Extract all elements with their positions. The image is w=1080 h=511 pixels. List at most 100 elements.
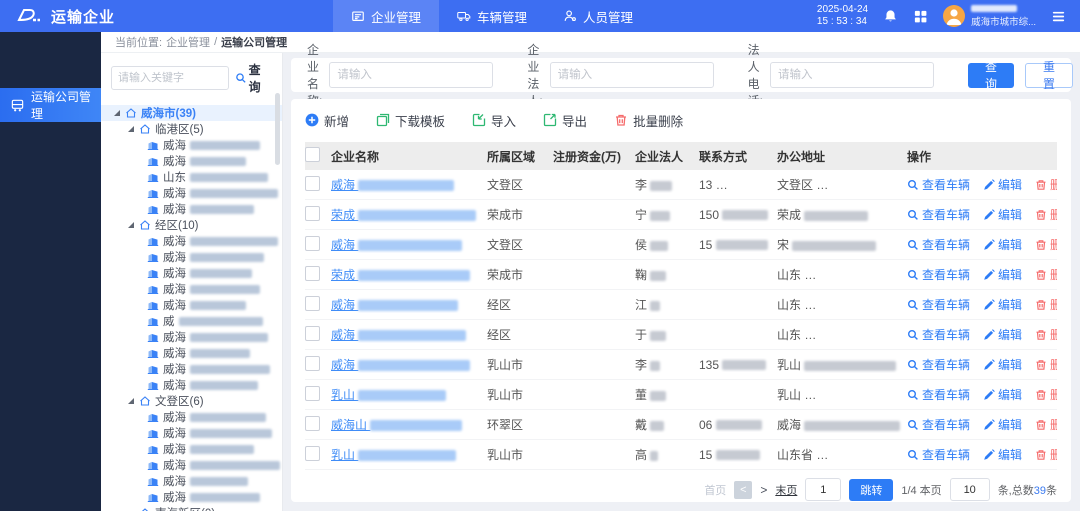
tree-node-district[interactable]: 文登区(6) <box>101 393 282 409</box>
edit-button[interactable]: 编辑 <box>983 266 1022 283</box>
tree-node-company[interactable]: 威海 <box>101 297 282 313</box>
legal-person-input[interactable] <box>550 62 714 88</box>
tree-node-company[interactable]: 威海 <box>101 457 282 473</box>
edit-button[interactable]: 编辑 <box>983 176 1022 193</box>
tree-node-company[interactable]: 威海 <box>101 153 282 169</box>
enterprise-name-link[interactable]: 威海 <box>331 328 466 342</box>
edit-button[interactable]: 编辑 <box>983 326 1022 343</box>
download-template-button[interactable]: 下载模板 <box>376 111 445 130</box>
tree-caret-icon[interactable] <box>127 397 135 405</box>
delete-button[interactable]: 删除 <box>1035 236 1057 253</box>
delete-button[interactable]: 删除 <box>1035 356 1057 373</box>
delete-button[interactable]: 删除 <box>1035 266 1057 283</box>
view-vehicles-button[interactable]: 查看车辆 <box>907 416 970 433</box>
view-vehicles-button[interactable]: 查看车辆 <box>907 326 970 343</box>
edit-button[interactable]: 编辑 <box>983 206 1022 223</box>
delete-button[interactable]: 删除 <box>1035 416 1057 433</box>
delete-button[interactable]: 删除 <box>1035 176 1057 193</box>
batch-delete-button[interactable]: 批量删除 <box>614 111 683 130</box>
row-checkbox[interactable] <box>305 356 320 371</box>
prev-page-button[interactable]: < <box>734 481 752 499</box>
tree-node-company[interactable]: 威海 <box>101 201 282 217</box>
tree-node-company[interactable]: 威海 <box>101 409 282 425</box>
view-vehicles-button[interactable]: 查看车辆 <box>907 176 970 193</box>
export-button[interactable]: 导出 <box>543 111 587 130</box>
delete-button[interactable]: 删除 <box>1035 326 1057 343</box>
edit-button[interactable]: 编辑 <box>983 416 1022 433</box>
last-page-button[interactable]: 末页 <box>775 482 797 498</box>
tree-caret-icon[interactable] <box>113 109 121 117</box>
view-vehicles-button[interactable]: 查看车辆 <box>907 296 970 313</box>
edit-button[interactable]: 编辑 <box>983 356 1022 373</box>
tree-node-district[interactable]: 临港区(5) <box>101 121 282 137</box>
tree-node-city[interactable]: 威海市(39) <box>101 105 282 121</box>
view-vehicles-button[interactable]: 查看车辆 <box>907 356 970 373</box>
sidebar-item-transport-company-management[interactable]: 运输公司管理 <box>0 88 101 122</box>
row-checkbox[interactable] <box>305 296 320 311</box>
delete-button[interactable]: 删除 <box>1035 386 1057 403</box>
tree-node-company[interactable]: 山东 <box>101 169 282 185</box>
delete-button[interactable]: 删除 <box>1035 446 1057 463</box>
tree-node-company[interactable]: 威海 <box>101 329 282 345</box>
tree-node-company[interactable]: 威海 <box>101 185 282 201</box>
row-checkbox[interactable] <box>305 326 320 341</box>
tab-enterprise-management[interactable]: 企业管理 <box>333 0 439 32</box>
delete-button[interactable]: 删除 <box>1035 206 1057 223</box>
tree-node-company[interactable]: 威海 <box>101 265 282 281</box>
enterprise-name-link[interactable]: 乳山 <box>331 388 446 402</box>
tree-node-district[interactable]: 经区(10) <box>101 217 282 233</box>
tree-caret-icon[interactable] <box>127 125 135 133</box>
breadcrumb-section[interactable]: 企业管理 <box>166 34 210 50</box>
page-number-input[interactable] <box>805 478 841 501</box>
next-page-button[interactable]: > <box>760 483 767 497</box>
tree-node-company[interactable]: 威 <box>101 313 282 329</box>
tree-node-company[interactable]: 威海 <box>101 377 282 393</box>
page-size-input[interactable] <box>950 478 990 501</box>
search-button[interactable]: 查询 <box>968 63 1014 88</box>
hamburger-menu-icon[interactable] <box>1051 9 1066 24</box>
legal-phone-input[interactable] <box>770 62 934 88</box>
tab-personnel-management[interactable]: 人员管理 <box>545 0 651 32</box>
tree-node-company[interactable]: 威海 <box>101 473 282 489</box>
jump-button[interactable]: 跳转 <box>849 479 893 501</box>
notification-bell-icon[interactable] <box>883 9 898 24</box>
enterprise-name-link[interactable]: 威海 <box>331 238 462 252</box>
enterprise-name-link[interactable]: 荣成 <box>331 268 470 282</box>
row-checkbox[interactable] <box>305 206 320 221</box>
enterprise-name-link[interactable]: 荣成 <box>331 208 476 222</box>
tree-node-company[interactable]: 威海 <box>101 361 282 377</box>
enterprise-name-input[interactable] <box>329 62 493 88</box>
tree-search-button[interactable]: 查询 <box>235 61 272 95</box>
row-checkbox[interactable] <box>305 176 320 191</box>
tree-scrollbar[interactable] <box>275 93 280 165</box>
enterprise-name-link[interactable]: 威海 <box>331 298 458 312</box>
view-vehicles-button[interactable]: 查看车辆 <box>907 236 970 253</box>
row-checkbox[interactable] <box>305 386 320 401</box>
tab-vehicle-management[interactable]: 车辆管理 <box>439 0 545 32</box>
tree-node-company[interactable]: 威海 <box>101 137 282 153</box>
edit-button[interactable]: 编辑 <box>983 446 1022 463</box>
add-button[interactable]: 新增 <box>305 111 349 130</box>
row-checkbox[interactable] <box>305 446 320 461</box>
tree-node-company[interactable]: 威海 <box>101 441 282 457</box>
tree-node-company[interactable]: 威海 <box>101 345 282 361</box>
row-checkbox[interactable] <box>305 236 320 251</box>
import-button[interactable]: 导入 <box>472 111 516 130</box>
tree-node-district[interactable]: 南海新区(0) <box>101 505 282 511</box>
edit-button[interactable]: 编辑 <box>983 296 1022 313</box>
tree-node-company[interactable]: 威海 <box>101 249 282 265</box>
view-vehicles-button[interactable]: 查看车辆 <box>907 446 970 463</box>
tree-node-company[interactable]: 威海 <box>101 233 282 249</box>
delete-button[interactable]: 删除 <box>1035 296 1057 313</box>
apps-grid-icon[interactable] <box>913 9 928 24</box>
first-page-button[interactable]: 首页 <box>704 482 726 498</box>
enterprise-name-link[interactable]: 威海山 <box>331 418 462 432</box>
row-checkbox[interactable] <box>305 266 320 281</box>
row-checkbox[interactable] <box>305 416 320 431</box>
tree-node-company[interactable]: 威海 <box>101 489 282 505</box>
tree-node-company[interactable]: 威海 <box>101 425 282 441</box>
user-block[interactable]: 威海市城市综... <box>943 5 1036 28</box>
enterprise-name-link[interactable]: 乳山 <box>331 448 456 462</box>
tree-search-input[interactable] <box>111 66 229 90</box>
tree-node-company[interactable]: 威海 <box>101 281 282 297</box>
